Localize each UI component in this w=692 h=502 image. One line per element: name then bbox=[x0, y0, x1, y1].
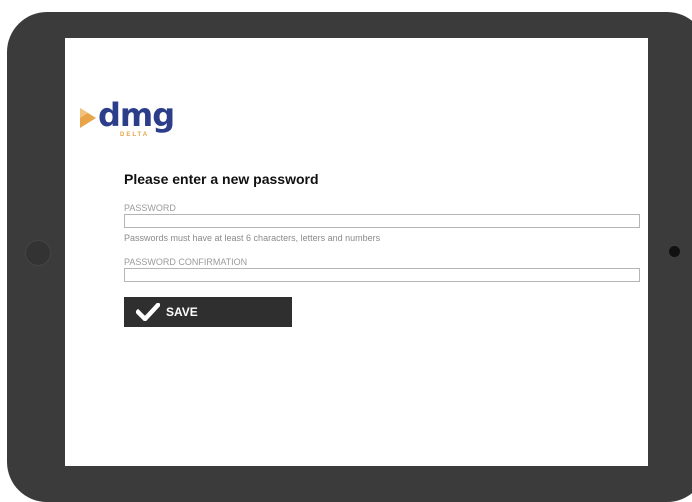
password-hint: Passwords must have at least 6 character… bbox=[124, 233, 381, 243]
password-confirmation-label: PASSWORD CONFIRMATION bbox=[124, 257, 248, 267]
save-button[interactable]: SAVE bbox=[124, 297, 292, 327]
password-label: PASSWORD bbox=[124, 203, 176, 213]
password-confirmation-field[interactable] bbox=[124, 268, 640, 282]
home-button[interactable] bbox=[25, 240, 51, 266]
camera-dot bbox=[669, 246, 680, 257]
password-field[interactable] bbox=[124, 214, 640, 228]
page-title: Please enter a new password bbox=[124, 171, 319, 187]
dmg-delta-logo: dmg DELTA bbox=[80, 96, 180, 142]
logo-subtitle: DELTA bbox=[120, 132, 150, 138]
logo-wordmark: dmg bbox=[98, 96, 175, 134]
save-button-label: SAVE bbox=[166, 305, 198, 319]
check-icon bbox=[136, 303, 160, 321]
logo-arrow-icon bbox=[80, 108, 96, 128]
